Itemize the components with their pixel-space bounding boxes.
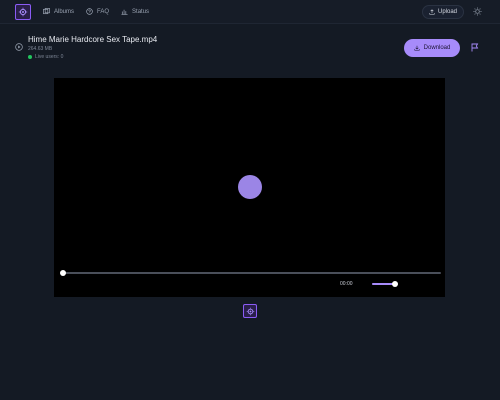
download-button[interactable]: Download [404,39,460,57]
seek-bar[interactable] [60,270,441,276]
play-circle-icon[interactable] [15,43,23,51]
sun-icon[interactable] [473,7,482,16]
nav-faq-label: FAQ [97,8,110,15]
download-label: Download [423,45,451,51]
nav-faq[interactable]: FAQ [86,8,109,15]
volume-slider[interactable] [372,281,399,287]
main-nav: Albums FAQ Status [43,8,149,15]
file-info: Hime Marie Hardcore Sex Tape.mp4 264.63 … [14,35,486,63]
live-dot-icon [28,55,32,59]
nav-albums-label: Albums [54,8,75,15]
upload-icon [429,9,435,15]
nav-albums[interactable]: Albums [43,8,74,15]
footer-logo-icon[interactable] [243,304,257,318]
volume-handle[interactable] [392,281,399,287]
file-size: 264.63 MB [28,46,53,52]
current-time: 00:00 [340,281,353,287]
logo-icon[interactable] [15,4,31,20]
upload-label: Upload [437,9,457,15]
seek-handle[interactable] [60,270,66,276]
live-users: Live users: 0 [28,54,63,60]
download-icon [414,45,420,51]
top-nav-bar: Albums FAQ Status Upload [0,0,500,24]
upload-button[interactable]: Upload [422,5,464,19]
albums-icon [43,8,50,15]
play-button[interactable] [238,175,262,199]
file-title: Hime Marie Hardcore Sex Tape.mp4 [28,35,158,44]
nav-status[interactable]: Status [121,8,149,15]
flag-icon[interactable] [471,43,479,52]
nav-status-label: Status [132,8,150,15]
live-users-label: Live users: 0 [35,54,64,60]
faq-icon [86,8,93,15]
video-player[interactable]: 00:00 [54,78,445,297]
status-icon [121,9,128,15]
